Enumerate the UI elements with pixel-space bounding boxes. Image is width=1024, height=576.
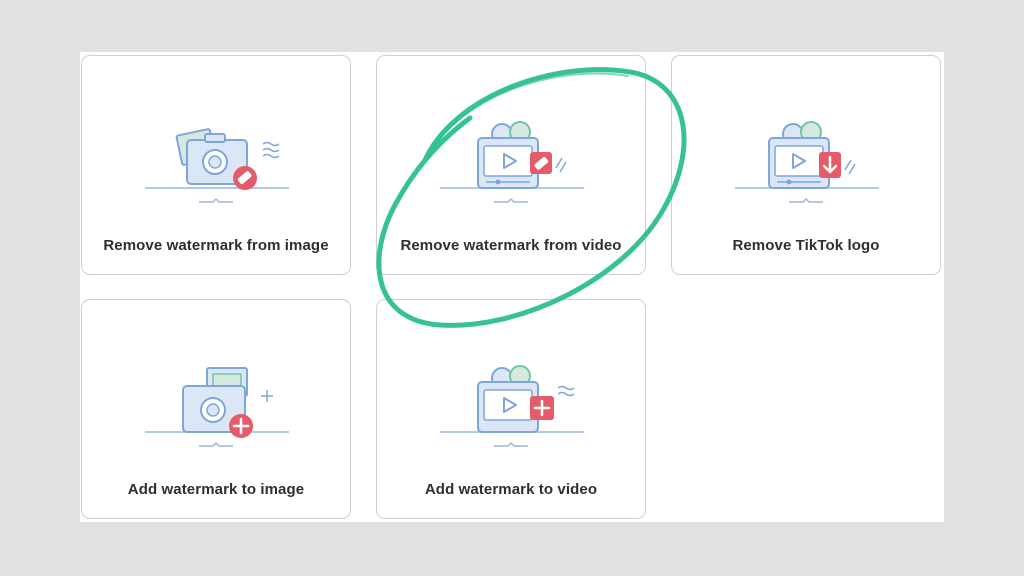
card-label: Add watermark to video — [424, 481, 598, 498]
camera-eraser-icon — [145, 128, 289, 203]
video-add-icon — [440, 365, 584, 447]
add-watermark-video-card[interactable]: Add watermark to video — [376, 299, 646, 519]
add-watermark-image-card[interactable]: Add watermark to image — [81, 299, 351, 519]
card-label: Remove watermark from image — [103, 237, 329, 254]
remove-watermark-video-card[interactable]: Remove watermark from video — [376, 55, 646, 275]
video-download-icon — [735, 121, 879, 203]
card-label: Remove TikTok logo — [732, 237, 880, 254]
card-label: Remove watermark from video — [400, 237, 622, 254]
card-label: Add watermark to image — [127, 481, 305, 498]
camera-add-icon — [145, 367, 289, 447]
video-eraser-icon — [440, 121, 584, 203]
remove-tiktok-logo-card[interactable]: Remove TikTok logo — [671, 55, 941, 275]
remove-watermark-image-card[interactable]: Remove watermark from image — [81, 55, 351, 275]
